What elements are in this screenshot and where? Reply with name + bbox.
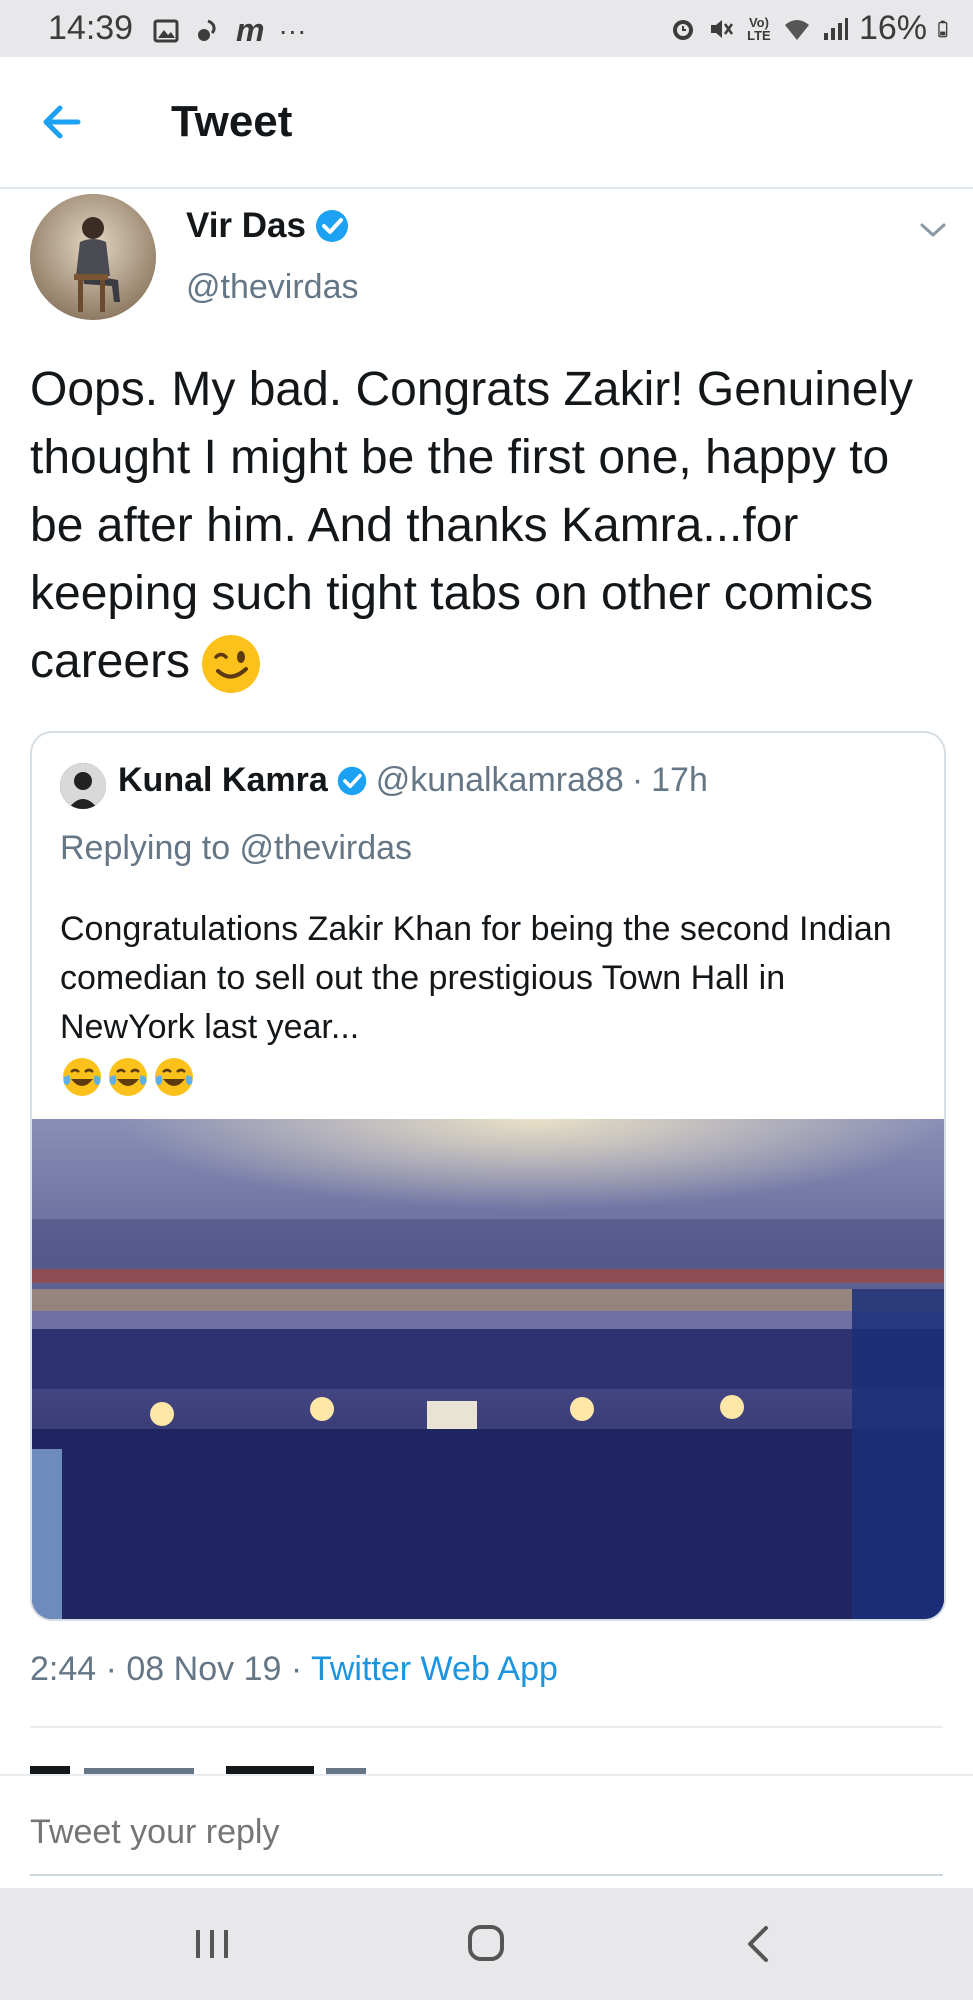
status-time: 14:39 [48,9,134,47]
quoted-tweet-card[interactable]: Kunal Kamra @kunalkamra88 · 17h Replying… [30,731,946,1621]
app-header: Tweet [0,57,973,189]
home-icon[interactable] [456,1918,516,1970]
tweet-timestamp: 2:44 · 08 Nov 19 · [30,1650,311,1688]
quoted-tweet-time: 17h [651,761,708,799]
author-handle[interactable]: @thevirdas [186,268,358,307]
alarm-icon [672,19,693,40]
replying-to: Replying to @thevirdas [60,829,413,867]
m-app-icon: m [236,12,265,48]
verified-badge-icon [316,210,348,242]
media-image[interactable] [32,1119,944,1619]
gallery-icon [153,19,179,42]
winking-face-emoji-icon [202,635,261,694]
notification-icon [198,19,216,41]
back-icon[interactable] [730,1918,790,1970]
back-arrow-icon[interactable] [36,99,96,145]
separator-dot: · [631,761,644,799]
battery-percent: 16% [858,9,927,47]
theater-audience-photo [32,1119,944,1619]
avatar-image [30,194,156,320]
author-name-text: Vir Das [186,206,306,245]
status-left-icons: m ··· [152,12,306,49]
volte-icon: Vo) LTE [747,14,771,43]
tweet-text: Oops. My bad. Congrats Zakir! Genuinely … [30,356,950,696]
tweet-source-link[interactable]: Twitter Web App [311,1650,558,1688]
battery-icon [938,20,948,37]
quoted-avatar [60,763,106,809]
quoted-author-name: Kunal Kamra [118,761,328,799]
tweet-body: Oops. My bad. Congrats Zakir! Genuinely … [30,363,914,688]
status-right-icons: Vo) LTE 16% [669,9,955,48]
verified-badge-icon [337,766,366,795]
tears-of-joy-emoji-icon [155,1058,193,1096]
more-icon: ··· [278,14,307,46]
signal-icon [823,17,848,40]
tears-of-joy-emoji-icon [63,1058,101,1096]
quoted-tweet-header: Kunal Kamra @kunalkamra88 · 17h [118,761,708,800]
recent-apps-icon[interactable] [182,1918,242,1970]
avatar[interactable] [30,194,156,320]
tweet-meta: 2:44 · 08 Nov 19 · Twitter Web App [30,1650,558,1689]
mute-icon [710,19,733,38]
reply-input[interactable] [30,1804,943,1860]
reply-underline [30,1874,943,1876]
chevron-down-icon[interactable] [916,215,950,245]
tears-of-joy-emoji-icon [109,1058,147,1096]
system-navigation-bar [0,1888,973,2000]
divider [30,1726,943,1728]
quoted-tweet-text: Congratulations Zakir Khan for being the… [60,910,892,1046]
wifi-icon [784,19,809,40]
quoted-author-handle: @kunalkamra88 [375,761,624,799]
status-bar: 14:39 m ··· Vo) LTE 16% [0,0,973,57]
author-name[interactable]: Vir Das [186,206,350,246]
quoted-emojis [60,1055,196,1099]
page-title: Tweet [171,97,293,146]
reply-bar [0,1774,973,1890]
